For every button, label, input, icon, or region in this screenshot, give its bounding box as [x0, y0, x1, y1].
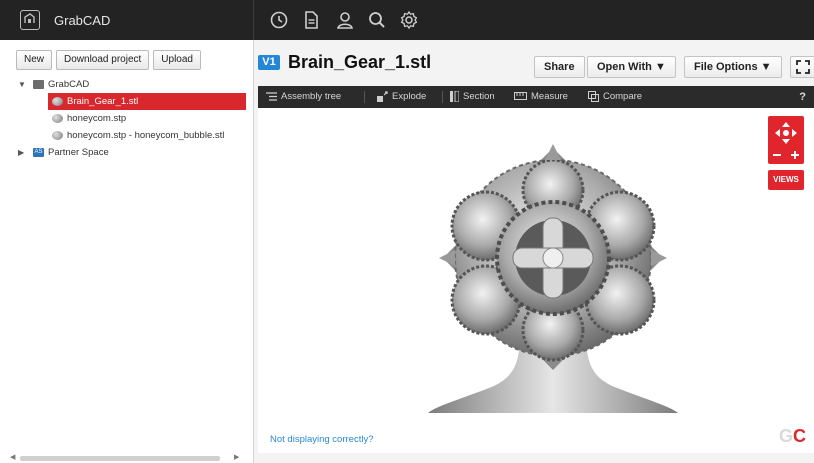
download-project-button[interactable]: Download project — [56, 50, 150, 70]
model-file-icon — [52, 97, 63, 106]
tree-item-file[interactable]: honeycom.stp - honeycom_bubble.stl — [0, 127, 250, 144]
tree-item-label: Partner Space — [48, 147, 109, 158]
tree-item-file[interactable]: honeycom.stp — [0, 110, 250, 127]
viewer-toolbar: Assembly tree Explode Section Measure Co… — [258, 86, 814, 108]
sidebar-toolbar: New Download project Upload — [16, 50, 201, 70]
chevron-down-icon[interactable]: ▼ — [18, 76, 26, 93]
share-button[interactable]: Share — [534, 56, 585, 78]
fullscreen-button[interactable] — [790, 56, 814, 78]
section-button[interactable]: Section — [450, 86, 495, 108]
assembly-tree-label: Assembly tree — [281, 91, 342, 102]
search-icon[interactable] — [366, 9, 388, 31]
tree-item-label: honeycom.stp — [67, 113, 127, 124]
scroll-left-icon[interactable]: ◀ — [10, 453, 15, 461]
file-options-button[interactable]: File Options ▼ — [684, 56, 782, 78]
model-file-icon — [52, 114, 63, 123]
project-tree: ▼ GrabCAD Brain_Gear_1.stl honeycom.stp … — [0, 76, 250, 161]
scrollbar-thumb[interactable] — [20, 456, 220, 461]
grabcad-logo-icon — [20, 10, 40, 30]
ruler-icon — [514, 92, 527, 101]
new-button[interactable]: New — [16, 50, 53, 70]
top-bar: GrabCAD — [0, 0, 814, 40]
tree-item-label: Brain_Gear_1.stl — [67, 96, 139, 107]
watermark-c: C — [793, 426, 806, 446]
help-button[interactable]: ? — [799, 86, 806, 108]
tree-item-file[interactable]: Brain_Gear_1.stl — [48, 93, 246, 110]
tree-item-label: honeycom.stp - honeycom_bubble.stl — [67, 130, 225, 141]
document-icon[interactable] — [300, 9, 322, 31]
toolbar-divider — [442, 91, 443, 103]
3d-viewport[interactable]: VIEWS Not displaying correctly? GC — [258, 108, 814, 453]
toolbar-divider — [364, 91, 365, 103]
history-icon[interactable] — [268, 9, 290, 31]
tree-item-partner-space[interactable]: ▶ AS Partner Space — [0, 144, 250, 161]
compare-icon — [588, 90, 599, 102]
section-icon — [450, 90, 459, 102]
folder-icon — [33, 80, 44, 89]
upload-button[interactable]: Upload — [153, 50, 201, 70]
assembly-tree-button[interactable]: Assembly tree — [266, 86, 341, 108]
app-title: GrabCAD — [54, 13, 111, 28]
chevron-right-icon[interactable]: ▶ — [18, 144, 24, 161]
scroll-right-icon[interactable]: ▶ — [234, 453, 239, 461]
project-sidebar: New Download project Upload ▼ GrabCAD Br… — [0, 40, 254, 463]
gear-model-render — [428, 144, 678, 413]
tree-item-grabcad[interactable]: ▼ GrabCAD — [0, 76, 250, 93]
fullscreen-icon — [796, 60, 810, 74]
file-title: Brain_Gear_1.stl — [288, 52, 432, 72]
measure-label: Measure — [531, 91, 568, 102]
tree-item-label: GrabCAD — [48, 79, 90, 90]
settings-icon[interactable] — [398, 9, 420, 31]
compare-label: Compare — [603, 91, 643, 102]
watermark-g: G — [778, 426, 793, 446]
app-window: GrabCAD New Download project Upload ▼ Gr… — [0, 0, 814, 463]
list-icon — [266, 92, 277, 101]
display-help-link[interactable]: Not displaying correctly? — [270, 434, 374, 445]
open-with-button[interactable]: Open With ▼ — [587, 56, 676, 78]
explode-label: Explode — [392, 91, 427, 102]
user-icon[interactable] — [334, 9, 356, 31]
explode-icon — [377, 91, 388, 102]
orbit-icon — [773, 122, 799, 159]
version-badge: V1 — [258, 55, 280, 70]
grabcad-watermark: GC — [779, 426, 806, 447]
compare-button[interactable]: Compare — [588, 86, 642, 108]
explode-button[interactable]: Explode — [376, 86, 426, 108]
horizontal-scrollbar[interactable]: ◀ ▶ — [8, 454, 242, 463]
partner-space-icon: AS — [33, 148, 44, 157]
views-button[interactable]: VIEWS — [768, 170, 804, 190]
section-label: Section — [463, 91, 495, 102]
topbar-divider — [253, 0, 254, 40]
measure-button[interactable]: Measure — [514, 86, 568, 108]
navigation-control[interactable] — [768, 116, 804, 164]
model-file-icon — [52, 131, 63, 140]
